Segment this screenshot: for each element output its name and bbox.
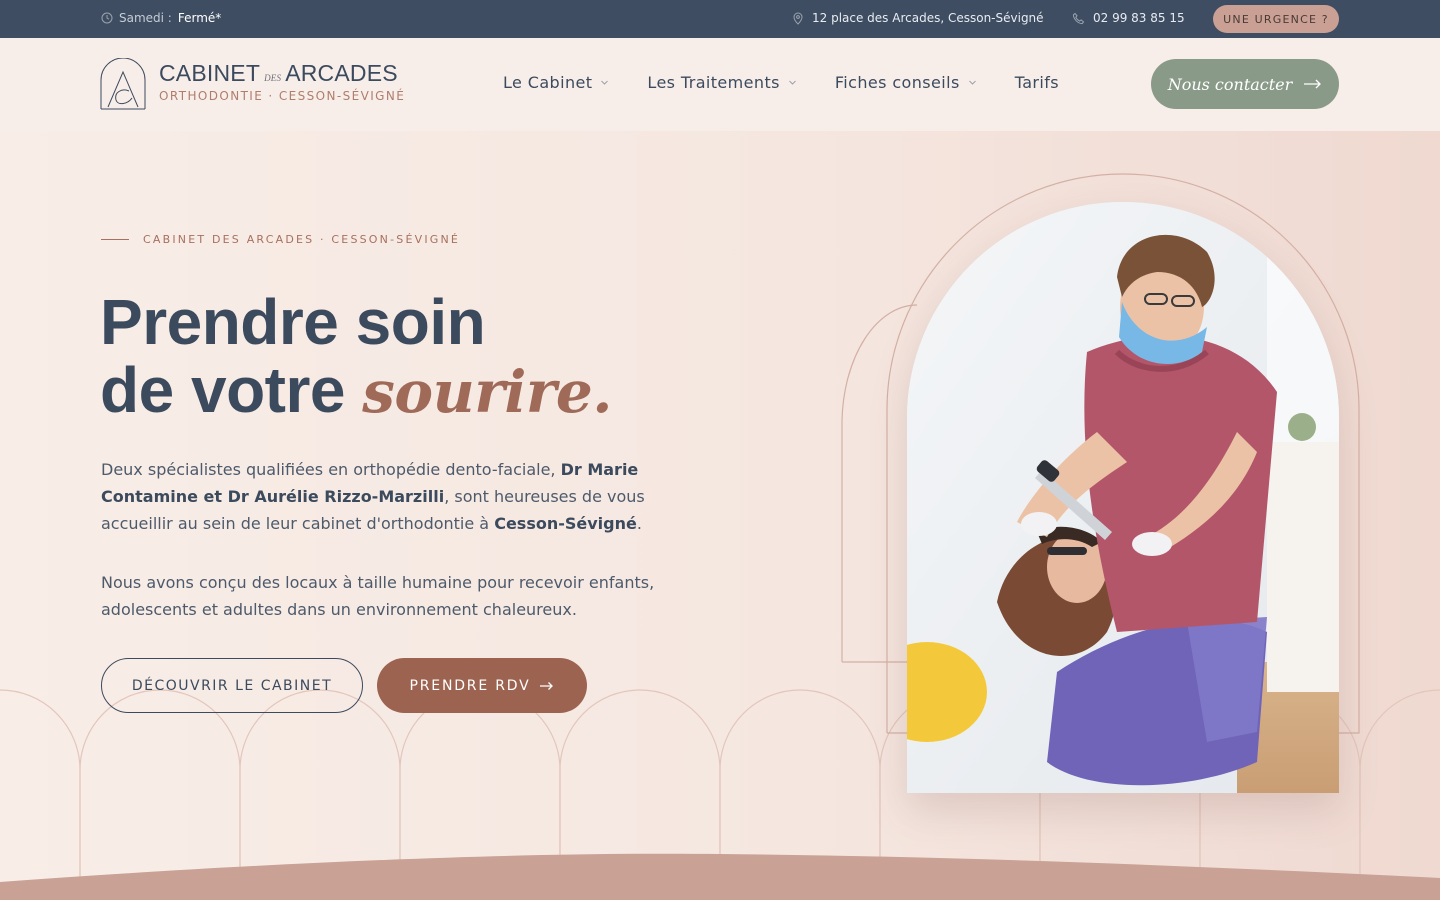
chevron-down-icon <box>789 80 796 85</box>
nav-label: Fiches conseils <box>834 73 960 92</box>
map-pin-icon <box>792 12 804 25</box>
hours-day: Samedi : <box>119 11 172 25</box>
main-nav: Le Cabinet Les Traitements Fiches consei… <box>503 73 1059 92</box>
site-header: CABINET DES ARCADES ORTHODONTIE · CESSON… <box>0 38 1440 131</box>
eyebrow-text: CABINET DES ARCADES · CESSON-SÉVIGNÉ <box>143 233 461 246</box>
chevron-down-icon <box>601 80 609 85</box>
contact-button[interactable]: Nous contacter <box>1151 59 1339 109</box>
chevron-down-icon <box>968 80 976 85</box>
logo-word-des: DES <box>264 73 282 83</box>
logo[interactable]: CABINET DES ARCADES ORTHODONTIE · CESSON… <box>100 58 405 110</box>
nav-label: Les Traitements <box>647 73 780 92</box>
arrow-right-icon <box>540 681 554 690</box>
logo-subtitle: ORTHODONTIE · CESSON-SÉVIGNÉ <box>159 89 406 103</box>
book-appointment-button[interactable]: PRENDRE RDV <box>377 658 587 713</box>
para-text: . <box>636 514 642 533</box>
phone-icon <box>1072 12 1085 25</box>
hero-eyebrow: CABINET DES ARCADES · CESSON-SÉVIGNÉ <box>101 233 460 246</box>
arrow-right-icon <box>1304 79 1322 89</box>
headline-accent: sourire. <box>362 358 612 426</box>
logo-mark-icon <box>100 58 146 110</box>
phone-link[interactable]: 02 99 83 85 15 <box>1072 11 1185 25</box>
phone-text: 02 99 83 85 15 <box>1093 11 1185 25</box>
opening-hours: Samedi : Fermé* <box>101 11 221 25</box>
nav-label: Tarifs <box>1014 73 1060 92</box>
nav-item-fiches-conseils[interactable]: Fiches conseils <box>835 73 977 92</box>
orthodontist-illustration <box>907 202 1339 793</box>
address-text: 12 place des Arcades, Cesson-Sévigné <box>812 11 1044 25</box>
hero-headline: Prendre soin de votre sourire. <box>100 288 720 426</box>
nav-label: Le Cabinet <box>503 73 593 92</box>
eyebrow-line <box>101 239 129 240</box>
urgence-button[interactable]: UNE URGENCE ? <box>1213 5 1339 33</box>
logo-word-cabinet: CABINET <box>159 60 261 86</box>
discover-cabinet-button[interactable]: DÉCOUVRIR LE CABINET <box>101 658 363 713</box>
nav-item-tarifs[interactable]: Tarifs <box>1015 73 1059 92</box>
para-text: Deux spécialistes qualifiées en orthopéd… <box>101 460 556 479</box>
hero-second-paragraph: Nous avons conçu des locaux à taille hum… <box>101 573 655 619</box>
nav-item-le-cabinet[interactable]: Le Cabinet <box>503 73 609 92</box>
hero-intro-paragraph: Deux spécialistes qualifiées en orthopéd… <box>101 456 661 537</box>
logo-word-arcades: ARCADES <box>285 60 398 86</box>
logo-title: CABINET DES ARCADES <box>159 60 405 87</box>
rdv-label: PRENDRE RDV <box>409 677 531 694</box>
hours-status: Fermé* <box>177 11 222 25</box>
clock-icon <box>101 12 113 24</box>
address-link[interactable]: 12 place des Arcades, Cesson-Sévigné <box>792 11 1044 25</box>
headline-line2: de votre <box>100 354 345 426</box>
hero-photo <box>907 202 1339 793</box>
bottom-wave <box>0 853 1440 900</box>
contact-label: Nous contacter <box>1167 74 1293 94</box>
nav-item-les-traitements[interactable]: Les Traitements <box>647 73 796 92</box>
city-name: Cesson-Sévigné <box>494 514 637 533</box>
headline-line1: Prendre soin <box>100 286 486 358</box>
top-bar: Samedi : Fermé* 12 place des Arcades, Ce… <box>0 0 1440 38</box>
